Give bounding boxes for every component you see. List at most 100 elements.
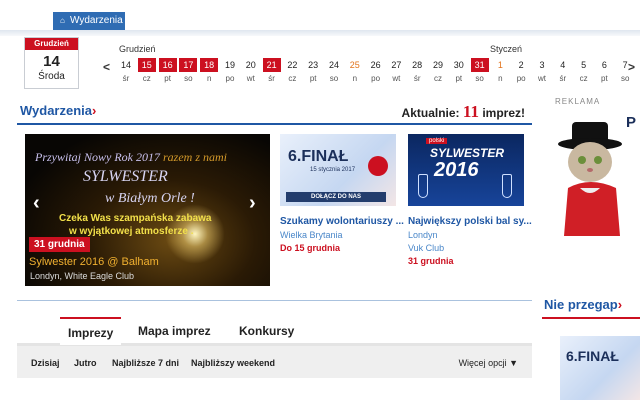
event-card-date: Do 15 grudnia bbox=[280, 243, 341, 253]
tab-wydarzenia-label: Wydarzenia bbox=[70, 15, 123, 26]
calendar-day[interactable]: 17 bbox=[179, 58, 198, 72]
calendar-day[interactable]: 19 bbox=[221, 58, 239, 72]
event-card-image[interactable]: 6.FINAŁ 15 stycznia 2017 DOŁĄCZ DO NAS bbox=[280, 134, 396, 206]
calendar-day[interactable]: 29 bbox=[429, 58, 447, 72]
slider-line1b: razem z nami bbox=[163, 150, 228, 164]
calendar-weekday: pt bbox=[164, 74, 171, 83]
section-title-text: Wydarzenia bbox=[20, 103, 93, 118]
calendar-day[interactable]: 5 bbox=[575, 58, 593, 72]
event-count-label: Aktualnie: bbox=[401, 106, 460, 120]
tab-konkursy[interactable]: Konkursy bbox=[239, 317, 294, 345]
card-image-headline: SYLWESTER bbox=[430, 146, 505, 160]
slider-prev-icon[interactable]: ‹ bbox=[33, 192, 40, 215]
event-card[interactable]: polski SYLWESTER 2016 Największy polski … bbox=[408, 134, 532, 266]
calendar-weekday: pt bbox=[601, 74, 608, 83]
event-card-date: 31 grudnia bbox=[408, 256, 454, 266]
slider-event-title[interactable]: Sylwester 2016 @ Balham bbox=[29, 256, 159, 268]
calendar-weekday: pt bbox=[309, 74, 317, 83]
event-card[interactable]: 6.FINAŁ 15 stycznia 2017 DOŁĄCZ DO NAS S… bbox=[280, 134, 404, 253]
card-image-strip: DOŁĄCZ DO NAS bbox=[286, 192, 386, 202]
calendar-prev-arrow[interactable]: < bbox=[103, 60, 110, 74]
calendar-day[interactable]: 3 bbox=[533, 58, 551, 72]
nie-przegap-underline bbox=[542, 317, 640, 319]
slider-line3: w Białym Orle ! bbox=[105, 191, 195, 206]
champagne-glass-icon bbox=[502, 174, 512, 198]
calendar-day[interactable]: 15 bbox=[137, 58, 156, 72]
calendar-weekday: śr bbox=[122, 74, 130, 83]
filter-jutro[interactable]: Jutro bbox=[74, 358, 97, 368]
calendar-weekday: wt bbox=[538, 74, 546, 83]
calendar-day[interactable]: 28 bbox=[408, 58, 426, 72]
current-date-box: Grudzień 14 Środa bbox=[24, 37, 79, 89]
calendar-month-december: Grudzień bbox=[119, 44, 156, 54]
filter-bar: Dzisiaj Jutro Najbliższe 7 dni Najbliższ… bbox=[17, 346, 532, 378]
calendar-weekday: so bbox=[184, 74, 193, 83]
calendar-day[interactable]: 24 bbox=[325, 58, 343, 72]
event-card-title[interactable]: Szukamy wolontariuszy ... bbox=[280, 216, 404, 227]
ad-cat-image[interactable] bbox=[558, 118, 640, 236]
event-card-city: Londyn bbox=[408, 230, 438, 240]
slider-event-location: Londyn, White Eagle Club bbox=[30, 271, 135, 281]
calendar-weekday: n bbox=[206, 74, 212, 83]
calendar-weekday: śr bbox=[559, 74, 567, 83]
nie-przegap-title[interactable]: Nie przegap› bbox=[544, 297, 622, 312]
slider-line1a: Przywitaj Nowy Rok 2017 bbox=[35, 150, 160, 164]
more-options-dropdown[interactable]: Więcej opcji ▼ bbox=[459, 358, 518, 368]
calendar-weekday: wt bbox=[392, 74, 401, 83]
filter-najblizsze-7-dni[interactable]: Najbliższe 7 dni bbox=[112, 358, 179, 368]
event-card-image[interactable]: polski SYLWESTER 2016 bbox=[408, 134, 524, 206]
calendar-day[interactable]: 16 bbox=[158, 58, 177, 72]
calendar-month-january: Styczeń bbox=[490, 44, 523, 54]
filter-dzisiaj[interactable]: Dzisiaj bbox=[31, 358, 60, 368]
calendar-day[interactable]: 6 bbox=[595, 58, 613, 72]
calendar-weekday: pt bbox=[455, 74, 463, 83]
calendar-weekday: so bbox=[329, 74, 339, 83]
calendar-weekday: cz bbox=[579, 74, 588, 83]
calendar-day[interactable]: 7 bbox=[616, 58, 634, 72]
calendar-weekday: n bbox=[498, 74, 503, 83]
slider-next-icon[interactable]: › bbox=[249, 192, 256, 215]
calendar-weekday: n bbox=[352, 74, 358, 83]
calendar-weekday: cz bbox=[288, 74, 297, 83]
calendar-day[interactable]: 22 bbox=[283, 58, 301, 72]
calendar-day[interactable]: 26 bbox=[367, 58, 385, 72]
calendar-day[interactable]: 23 bbox=[304, 58, 322, 72]
tab-mapa-imprez[interactable]: Mapa imprez bbox=[138, 317, 211, 345]
home-icon: ⌂ bbox=[60, 16, 65, 25]
tab-imprezy[interactable]: Imprezy bbox=[60, 317, 122, 345]
calendar-day[interactable]: 18 bbox=[200, 58, 219, 72]
calendar-weekday: po bbox=[371, 74, 381, 83]
calendar-day[interactable]: 1 bbox=[491, 58, 509, 72]
calendar-weekday: śr bbox=[268, 74, 275, 83]
calendar-weekday: cz bbox=[434, 74, 442, 83]
nie-przegap-image[interactable]: 6.FINAŁ bbox=[560, 336, 640, 400]
calendar-day[interactable]: 30 bbox=[450, 58, 468, 72]
heart-icon bbox=[368, 156, 388, 176]
calendar-day[interactable]: 2 bbox=[512, 58, 530, 72]
calendar-day[interactable]: 4 bbox=[554, 58, 572, 72]
featured-slider[interactable]: Przywitaj Nowy Rok 2017 razem z nami SYL… bbox=[25, 134, 270, 286]
section-divider bbox=[17, 300, 532, 301]
card-image-year: 2016 bbox=[434, 159, 479, 181]
calendar-day[interactable]: 20 bbox=[242, 58, 260, 72]
section-underline bbox=[17, 123, 532, 125]
filter-najblizszy-weekend[interactable]: Najbliższy weekend bbox=[191, 358, 275, 368]
top-divider bbox=[0, 30, 640, 36]
card-image-date: 15 stycznia 2017 bbox=[310, 167, 356, 173]
ad-label: REKLAMA bbox=[555, 97, 601, 106]
calendar-weekday: po bbox=[516, 74, 526, 83]
calendar-day[interactable]: 14 bbox=[117, 58, 135, 72]
card-image-headline: 6.FINAŁ bbox=[288, 148, 349, 165]
event-card-title[interactable]: Największy polski bal sy... bbox=[408, 216, 532, 227]
section-title-wydarzenia[interactable]: Wydarzenia› bbox=[20, 103, 96, 118]
calendar-day[interactable]: 31 bbox=[470, 58, 489, 72]
calendar-weekday: wt bbox=[246, 74, 255, 83]
calendar-day[interactable]: 27 bbox=[387, 58, 405, 72]
calendar-weekday: cz bbox=[142, 74, 151, 83]
tab-wydarzenia[interactable]: ⌂ Wydarzenia bbox=[53, 12, 125, 30]
event-card-venue: Vuk Club bbox=[408, 243, 445, 253]
slider-line1: Przywitaj Nowy Rok 2017 razem z nami bbox=[35, 150, 227, 165]
calendar-day[interactable]: 21 bbox=[262, 58, 281, 72]
calendar-day[interactable]: 25 bbox=[346, 58, 364, 72]
card-image-badge: polski bbox=[426, 138, 448, 144]
